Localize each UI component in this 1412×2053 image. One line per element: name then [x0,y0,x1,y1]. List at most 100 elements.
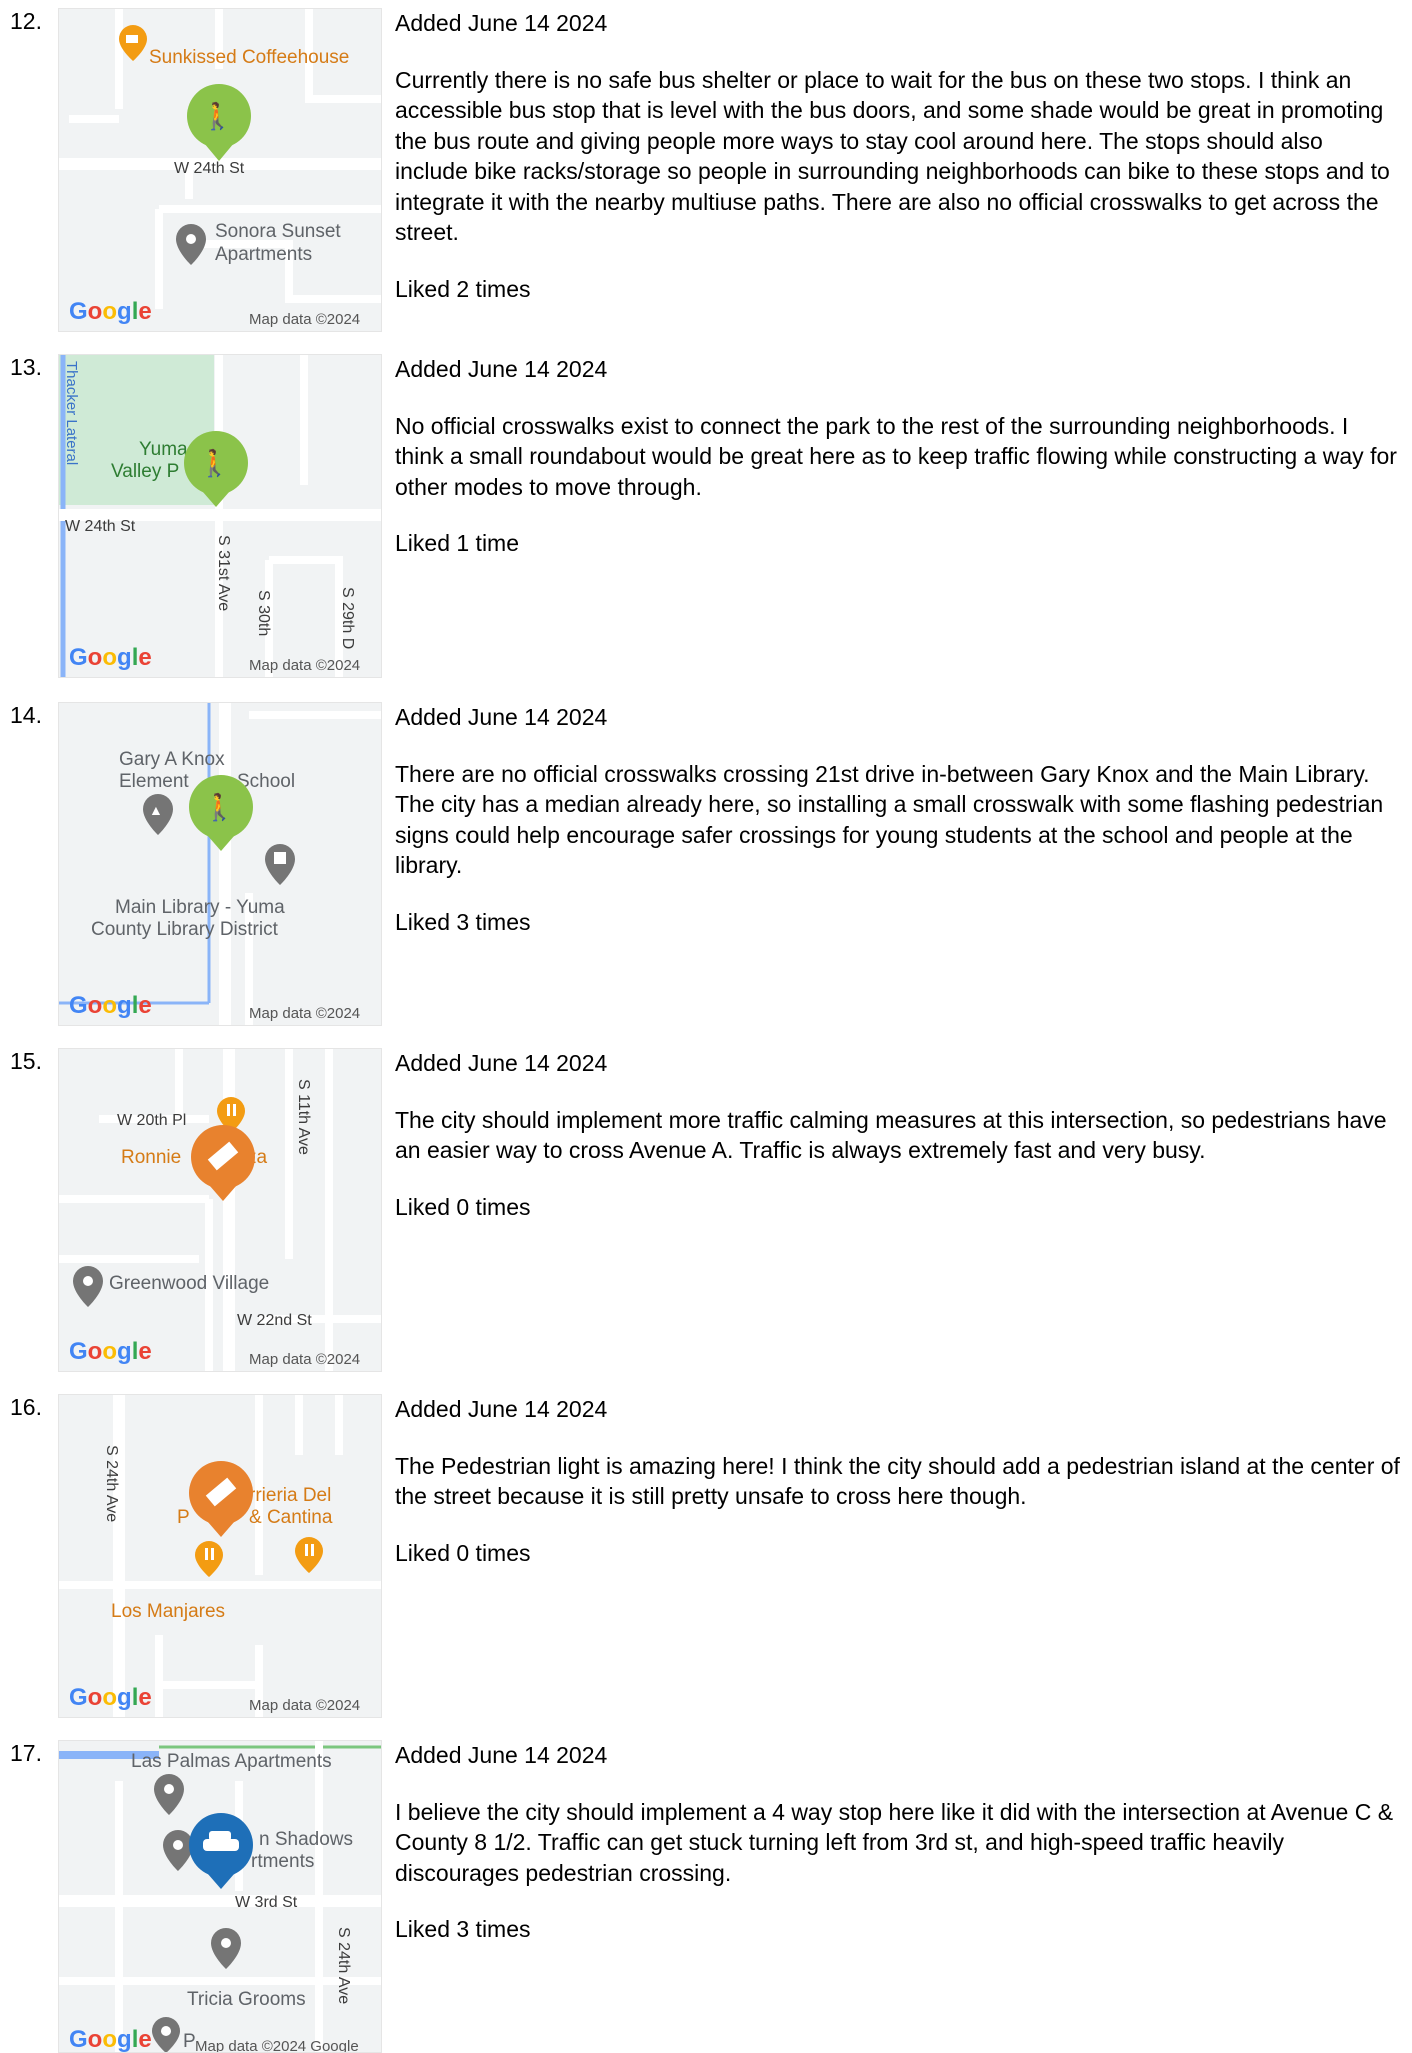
map-label: Sonora Sunset [215,221,341,242]
svg-text:▲: ▲ [149,802,163,818]
map-label: n Shadows [259,1829,353,1850]
google-logo-letter: l [132,644,139,671]
google-logo-letter: o [102,298,117,325]
map-thumbnail[interactable]: S 24th Ave rrieria Del P & Cantina Los M… [58,1394,382,1718]
map-attribution: Map data ©2024 [249,1351,360,1368]
google-logo-letter: e [138,644,151,671]
google-logo-letter: o [102,1338,117,1365]
map-image: Thacker Lateral Yuma Valley P 🚶 W 24th S… [59,355,381,677]
map-label: Sunkissed Coffeehouse [149,47,349,68]
google-logo-letter: o [88,644,103,671]
svg-text:🚶: 🚶 [198,448,230,479]
entry-text: Added June 14 2024 No official crosswalk… [395,354,1400,559]
map-thumbnail[interactable]: Gary A Knox Element School ▲ 🚶 Main Libr… [58,702,382,1026]
google-logo-letter: g [117,298,132,325]
comment-entry-16: 16. S 24th Ave rrieria Del P & Cantina L… [0,1386,1412,1732]
map-label: Valley P [111,461,179,482]
google-logo-letter: e [138,992,151,1019]
google-logo-letter: G [69,1338,88,1365]
added-date: Added June 14 2024 [395,1742,608,1768]
comment-entry-14: 14. Gary A Knox Element School ▲ 🚶 Main … [0,694,1412,1040]
entry-text: Added June 14 2024 Currently there is no… [395,8,1400,304]
map-label: Greenwood Village [109,1273,269,1294]
comment-text: Currently there is no safe bus shelter o… [395,66,1390,246]
google-logo-letter: e [138,1338,151,1365]
map-attribution: Map data ©2024 Google [195,2038,359,2052]
map-label: Los Manjares [111,1601,225,1622]
entry-number: 15. [10,1048,42,1074]
map-image: S 24th Ave rrieria Del P & Cantina Los M… [59,1395,381,1717]
google-logo-letter: G [69,992,88,1019]
entry-number: 14. [10,702,42,728]
like-count: Liked 3 times [395,1916,531,1942]
google-logo-letter: o [102,644,117,671]
comment-entry-12: 12. W 24th St Sunkissed Coffeehouse 🚶 So… [0,0,1412,346]
google-logo-letter: G [69,298,88,325]
svg-text:🚶: 🚶 [203,792,235,823]
added-date: Added June 14 2024 [395,10,608,36]
map-attribution: Map data ©2024 [249,1697,360,1714]
google-logo-letter: o [88,1338,103,1365]
comment-text: No official crosswalks exist to connect … [395,412,1397,500]
google-logo-letter: g [117,2026,132,2052]
map-label: W 24th St [65,518,136,535]
map-image: W 24th St Sunkissed Coffeehouse 🚶 Sonora… [59,9,381,331]
map-label: Apartments [215,244,312,265]
map-thumbnail[interactable]: Thacker Lateral Yuma Valley P 🚶 W 24th S… [58,354,382,678]
map-label: County Library District [91,919,279,940]
like-count: Liked 1 time [395,530,520,556]
map-label: S 24th Ave [335,1927,352,2004]
map-label: rrieria Del [249,1485,331,1506]
map-label: Thacker Lateral [63,361,80,465]
google-logo: Google [69,298,152,325]
map-attribution: Map data ©2024 [249,311,360,328]
map-label: Las Palmas Apartments [131,1751,332,1772]
comment-entry-13: 13. Thacker Lateral Yuma Valley P 🚶 W 24… [0,346,1412,692]
map-label: S 11th Ave [295,1079,312,1155]
google-logo-letter: l [132,2026,139,2052]
map-label: Ronnie [121,1147,181,1168]
map-label: Element [119,771,189,792]
map-label: rtments [251,1851,314,1872]
map-thumbnail[interactable]: Las Palmas Apartments n Shadows rtments … [58,1740,382,2053]
map-attribution: Map data ©2024 [249,657,360,674]
comment-entry-15: 15. W 20th Pl Ronnie za S 11th Ave Green… [0,1040,1412,1386]
google-logo-letter: o [102,2026,117,2052]
map-label: S 24th Ave [103,1445,120,1522]
entry-number: 13. [10,354,42,380]
map-label: S 29th D [339,587,356,649]
like-count: Liked 0 times [395,1539,531,1566]
map-label: W 24th St [174,160,245,177]
added-date: Added June 14 2024 [395,704,608,730]
comment-text: The Pedestrian light is amazing here! I … [395,1452,1400,1510]
google-logo-letter: e [138,1684,151,1711]
map-label: Yuma [139,439,188,460]
map-label: S 30th [255,590,272,636]
like-count: Liked 0 times [395,1193,531,1220]
google-logo-letter: l [132,298,139,325]
added-date: Added June 14 2024 [395,1396,608,1422]
map-label: W 20th Pl [117,1112,186,1129]
added-date: Added June 14 2024 [395,356,608,382]
google-logo-letter: G [69,2026,88,2052]
google-logo-letter: o [102,992,117,1019]
map-image: W 20th Pl Ronnie za S 11th Ave Greenwood… [59,1049,381,1371]
entry-text: Added June 14 2024 The Pedestrian light … [395,1394,1400,1568]
svg-text:🚶: 🚶 [201,101,233,132]
google-logo-letter: o [88,1684,103,1711]
google-logo-letter: g [117,644,132,671]
google-logo-letter: o [88,2026,103,2052]
comment-entry-17: 17. Las Palmas Apartments n Shadows rtme… [0,1732,1412,2053]
map-label: P [183,2031,196,2052]
google-logo-letter: o [88,992,103,1019]
map-label: W 22nd St [237,1312,312,1329]
like-count: Liked 2 times [395,275,531,302]
map-thumbnail[interactable]: W 20th Pl Ronnie za S 11th Ave Greenwood… [58,1048,382,1372]
map-thumbnail[interactable]: W 24th St Sunkissed Coffeehouse 🚶 Sonora… [58,8,382,332]
map-label: W 3rd St [235,1894,298,1911]
map-attribution: Map data ©2024 [249,1005,360,1022]
google-logo-letter: g [117,1338,132,1365]
entry-text: Added June 14 2024 I believe the city sh… [395,1740,1400,1945]
entry-text: Added June 14 2024 There are no official… [395,702,1400,937]
map-label: Main Library - Yuma [115,897,285,918]
